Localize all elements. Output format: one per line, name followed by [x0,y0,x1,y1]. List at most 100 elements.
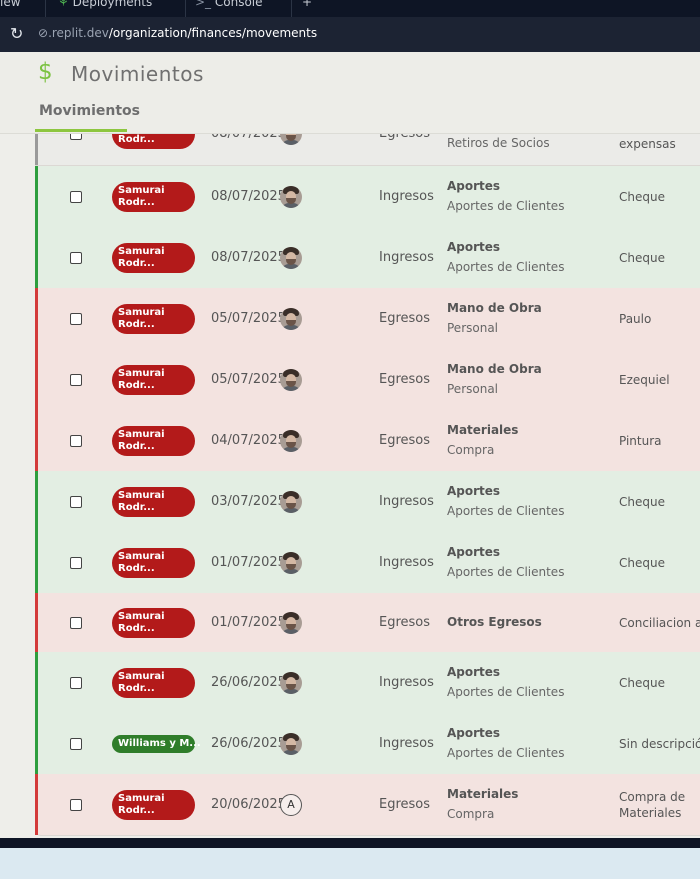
row-category: Mano de Obra [447,301,542,315]
row-date: 08/07/2025 [211,189,286,204]
avatar[interactable]: A [280,794,302,816]
table-row[interactable]: Samurai Rodr... 01/07/2025 Ingresos Aportes… [35,532,700,594]
tab-movimientos[interactable]: Movimientos [39,103,140,119]
row-checkbox[interactable] [70,252,82,264]
reload-icon[interactable]: ↻ [10,25,28,43]
row-subcategory: Aportes de Clientes [447,685,565,699]
avatar[interactable] [280,733,302,755]
page-header: $ Movimientos Movimientos [0,52,700,134]
row-category: Aportes [447,545,501,559]
row-checkbox[interactable] [70,374,82,386]
row-checkbox[interactable] [70,557,82,569]
avatar[interactable] [280,308,302,330]
row-type-indicator [35,471,38,532]
client-chip[interactable]: Samurai Rodr... [112,790,195,820]
avatar[interactable] [280,186,302,208]
table-row[interactable]: Samurai Rodr... 05/07/2025 Egresos Mano de … [35,349,700,411]
client-chip[interactable]: Samurai Rodr... [112,487,195,517]
tab-console-label: Console [214,0,263,9]
row-checkbox[interactable] [70,677,82,689]
link-icon: ⊘ [38,26,49,40]
row-category: Mano de Obra [447,362,542,376]
row-type: Egresos [379,797,431,812]
row-type: Egresos [379,311,431,326]
row-subcategory: Compra [447,807,495,821]
row-checkbox[interactable] [70,738,82,750]
client-chip[interactable]: Samurai Rodr... [112,426,195,456]
client-chip[interactable]: Samurai Rodr... [112,548,195,578]
row-date: 20/06/2025 [211,797,286,812]
row-category: Materiales [447,787,519,801]
row-description: Cheque [619,190,665,204]
row-type: Ingresos [379,250,434,265]
client-chip[interactable]: Samurai Rodr... [112,182,195,212]
row-type: Ingresos [379,555,434,570]
row-subcategory: Aportes de Clientes [447,504,565,518]
row-checkbox[interactable] [70,435,82,447]
row-checkbox[interactable] [70,799,82,811]
row-type-indicator [35,532,38,593]
row-subcategory: Compra [447,443,495,457]
row-type-indicator [35,593,38,652]
new-tab-button[interactable]: + [302,0,312,14]
avatar[interactable] [280,672,302,694]
avatar[interactable] [280,552,302,574]
row-date: 03/07/2025 [211,494,286,509]
row-description: Conciliacion a [619,616,700,630]
row-type-indicator [35,713,38,774]
tab-preview[interactable]: iew [0,0,21,14]
table-row[interactable]: Samurai Rodr... 01/07/2025 Egresos Otros Eg… [35,593,700,653]
row-checkbox[interactable] [70,496,82,508]
console-icon: >_ [195,0,212,9]
tab-deployments-label: Deployments [72,0,153,9]
client-chip[interactable]: Samurai Rodr... [112,243,195,273]
table-row[interactable]: Samurai Rodr... 05/07/2025 Egresos Mano de … [35,288,700,350]
page-title: Movimientos [71,62,204,86]
row-description: Cheque [619,556,665,570]
row-type: Egresos [379,372,431,387]
table-row[interactable]: Samurai Rodr... 04/07/2025 Egresos Material… [35,410,700,472]
url-field[interactable]: ⊘.replit.dev/organization/finances/movem… [38,26,317,40]
row-type-indicator [35,166,38,227]
row-checkbox[interactable] [70,617,82,629]
active-tab-indicator [35,129,127,132]
row-subcategory: Retiros de Socios [447,136,550,150]
row-type: Ingresos [379,189,434,204]
client-chip[interactable]: Samurai Rodr... [112,304,195,334]
row-category: Aportes [447,484,501,498]
tab-console[interactable]: >_ Console [195,0,263,14]
url-path: /organization/finances/movements [108,26,318,40]
table-row[interactable]: Samurai Rodr... 03/07/2025 Ingresos Aportes… [35,471,700,533]
row-description: expensas [619,137,676,151]
row-description: Cheque [619,676,665,690]
table-row[interactable]: Samurai Rodr... 08/07/2025 Ingresos Aportes… [35,166,700,228]
avatar[interactable] [280,430,302,452]
table-row[interactable]: Samurai Rodr... 08/07/2025 Ingresos Aportes… [35,227,700,289]
client-chip[interactable]: Williams y M... [112,735,201,753]
row-date: 04/07/2025 [211,433,286,448]
row-description: Cheque [619,495,665,509]
row-checkbox[interactable] [70,191,82,203]
avatar[interactable] [280,612,302,634]
client-chip[interactable]: Samurai Rodr... [112,365,195,395]
row-type-indicator [35,288,38,349]
avatar[interactable] [280,369,302,391]
client-chip[interactable]: Samurai Rodr... [112,608,195,638]
row-subcategory: Aportes de Clientes [447,260,565,274]
row-category: Aportes [447,240,501,254]
address-bar: ↻ ⊘.replit.dev/organization/finances/mov… [0,17,700,52]
url-domain: .replit.dev [48,26,109,40]
row-description: Compra de Materiales [619,790,686,820]
avatar[interactable] [280,247,302,269]
client-chip[interactable]: Samurai Rodr... [112,668,195,698]
tab-deployments[interactable]: ⚘ Deployments [58,0,152,14]
row-type: Ingresos [379,675,434,690]
avatar[interactable] [280,491,302,513]
table-row[interactable]: Williams y M... 26/06/2025 Ingresos Aportes… [35,713,700,775]
row-checkbox[interactable] [70,313,82,325]
tab-divider [45,0,46,17]
row-date: 05/07/2025 [211,372,286,387]
table-row[interactable]: Samurai Rodr... 26/06/2025 Ingresos Aportes… [35,652,700,714]
table-row[interactable]: Samurai Rodr... 20/06/2025 A Egresos Materia… [35,774,700,836]
row-subcategory: Aportes de Clientes [447,746,565,760]
